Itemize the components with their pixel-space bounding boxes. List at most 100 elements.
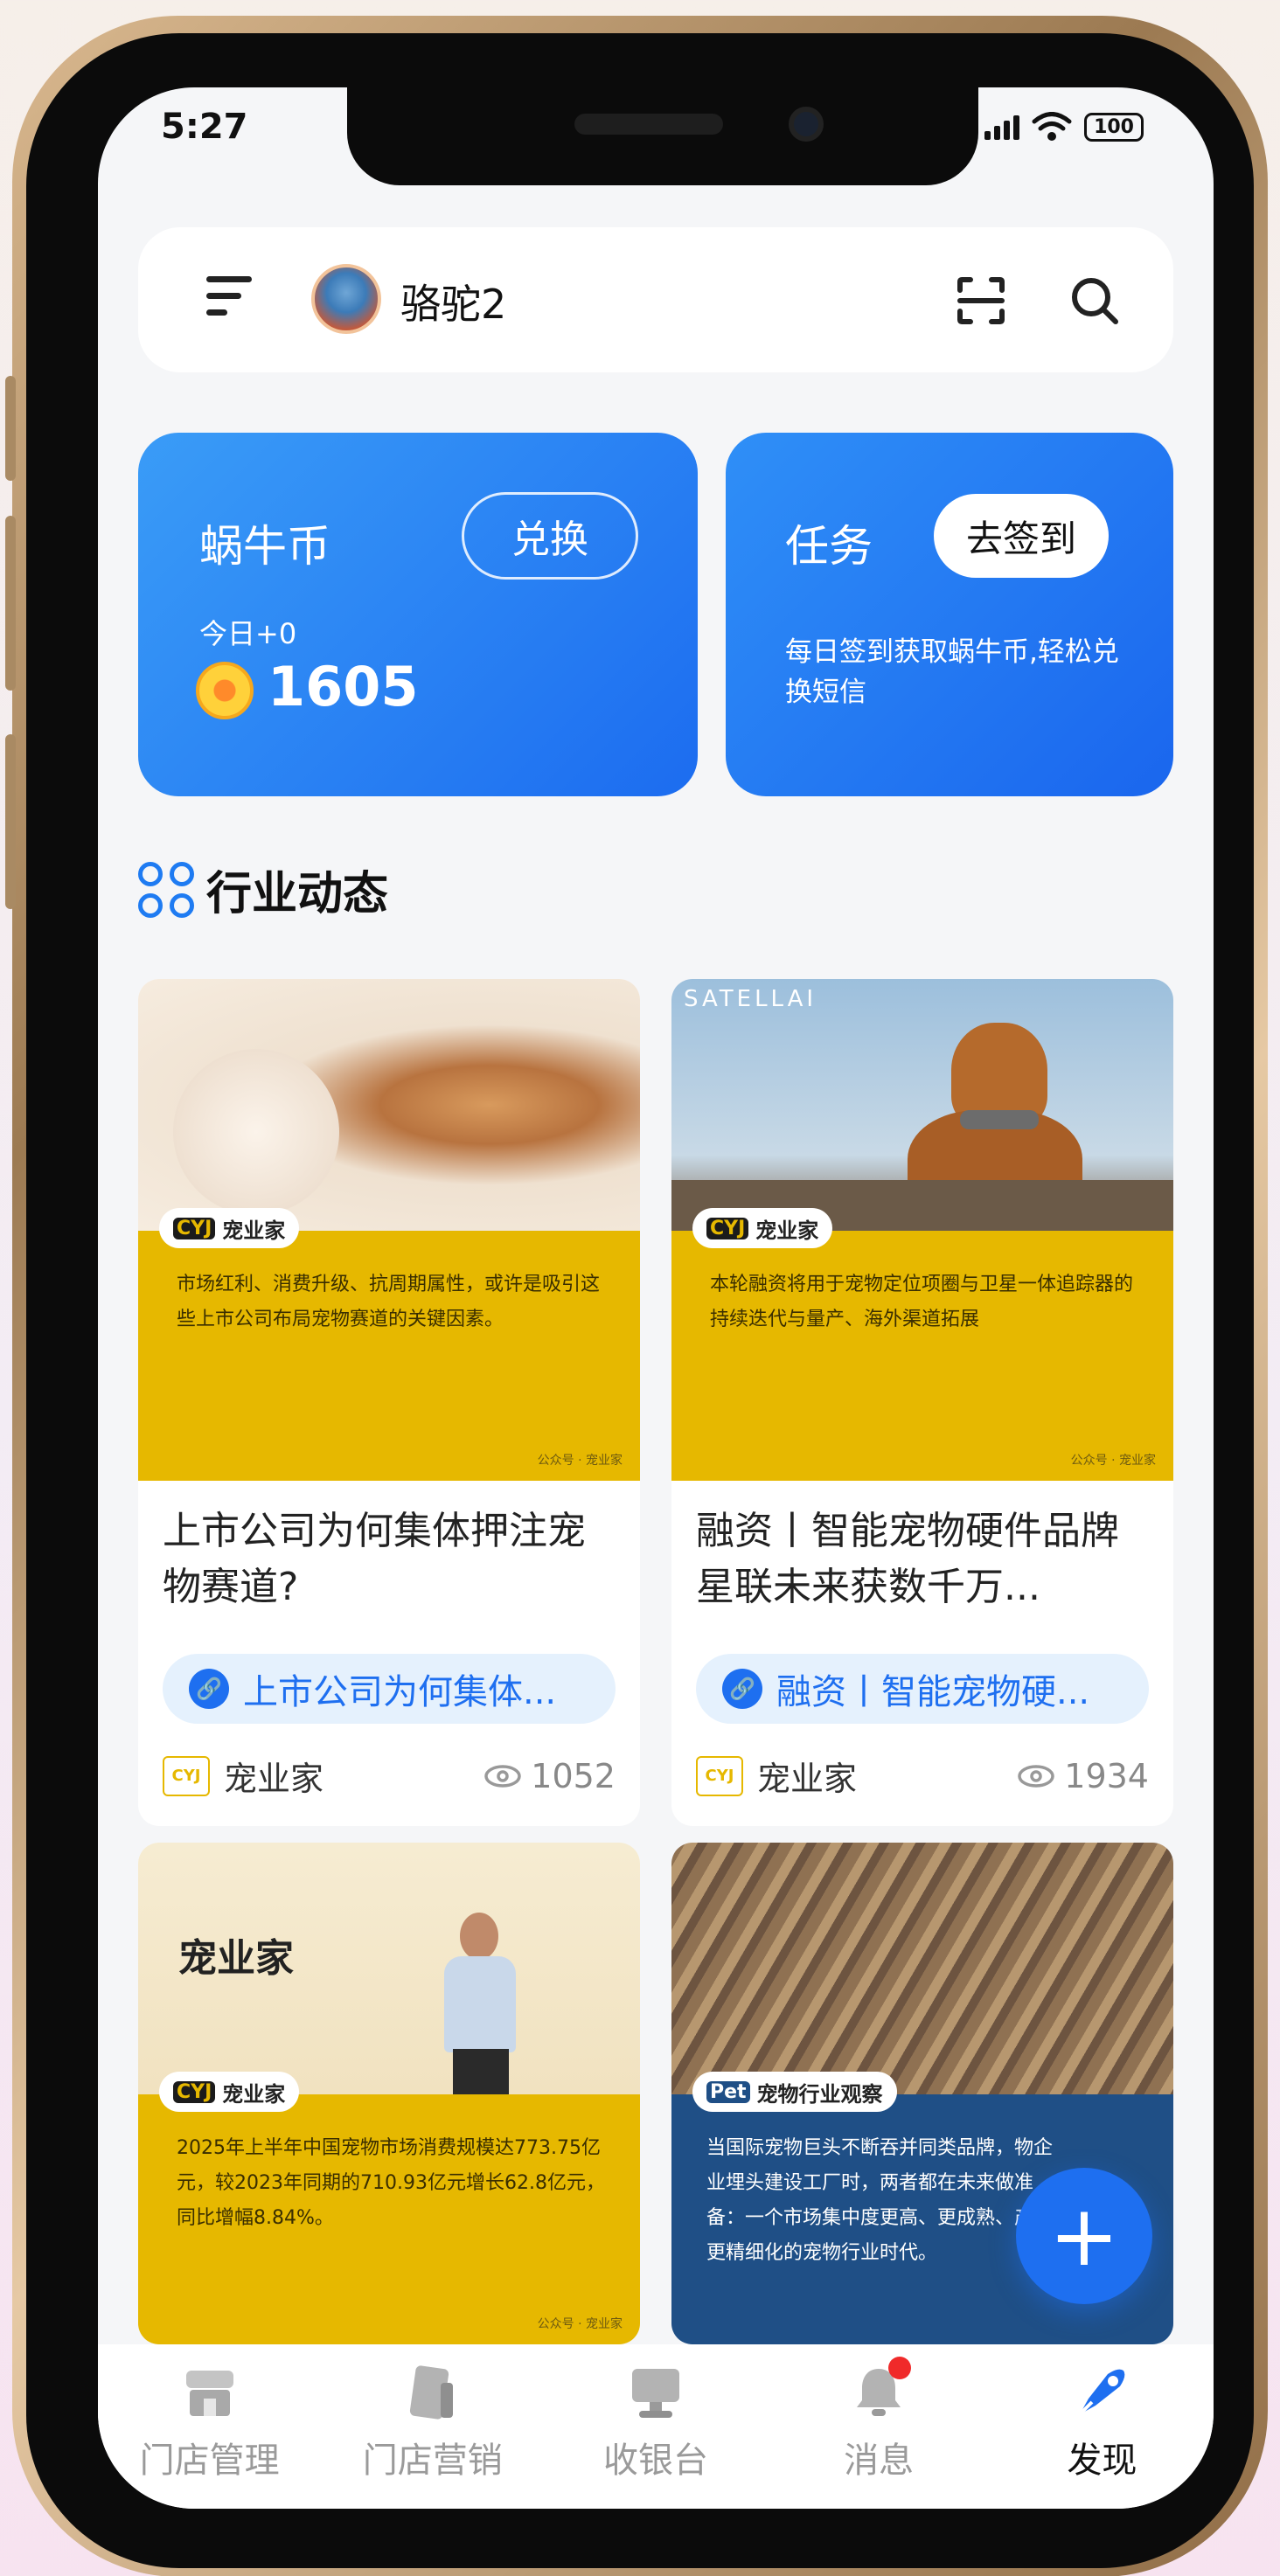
nav-item-cashier[interactable]: 收银台: [555, 2364, 756, 2509]
bell-icon-wrap: [850, 2357, 912, 2421]
battery-icon: 100: [1084, 112, 1144, 142]
status-time: 5:27: [161, 107, 248, 147]
tabby-cat-photo: [671, 1843, 1173, 2094]
view-count-value: 1934: [1064, 1756, 1149, 1795]
username[interactable]: 骆驼2: [400, 273, 506, 330]
article-title[interactable]: 上市公司为何集体押注宠物赛道?: [138, 1481, 640, 1638]
coin-title: 蜗牛币: [199, 521, 330, 572]
brand-tag: CYJ 宠业家: [159, 1208, 300, 1248]
view-count-value: 1052: [531, 1756, 616, 1795]
speaker: [574, 114, 723, 135]
nav-item-store-management[interactable]: 门店管理: [109, 2364, 310, 2509]
add-button[interactable]: +: [1016, 2168, 1152, 2304]
checkin-button[interactable]: 去签到: [934, 494, 1109, 578]
brand-logo: CYJ: [173, 2080, 216, 2103]
top-bar: 骆驼2: [138, 227, 1173, 372]
photo-label: 宠业家: [178, 1936, 294, 1981]
article-card[interactable]: 宠业家 CYJ 宠业家 2025年上半年中国宠物市场消费规模达773.75亿元，较…: [138, 1843, 640, 2344]
section-title: 行业动态: [206, 868, 389, 920]
nav-item-messages[interactable]: 消息: [778, 2357, 979, 2509]
brand-logo: Pet: [706, 2080, 750, 2103]
task-title: 任务: [785, 521, 873, 572]
brand-tag-text: 宠业家: [222, 2081, 286, 2107]
task-card[interactable]: 任务 去签到 每日签到获取蜗牛币,轻松兑换短信: [726, 433, 1173, 796]
article-card[interactable]: CYJ 宠业家 市场红利、消费升级、抗周期属性，或许是吸引这些上市公司布局宠物赛道…: [138, 979, 640, 1826]
side-button: [5, 376, 16, 481]
nav-label: 门店管理: [139, 2441, 280, 2481]
signal-icon: [984, 114, 1020, 140]
thumbnail-footer: 公众号 · 宠业家: [537, 1454, 623, 1468]
article-link[interactable]: 🔗 融资丨智能宠物硬...: [696, 1654, 1149, 1724]
brand-tag: CYJ 宠业家: [159, 2072, 300, 2112]
avatar[interactable]: [311, 264, 381, 334]
menu-icon[interactable]: [206, 276, 255, 325]
article-footer: CYJ 宠业家 1934: [671, 1724, 1173, 1826]
status-icons: 100: [984, 112, 1144, 142]
search-icon[interactable]: [1067, 273, 1123, 329]
coin-icon: [196, 662, 254, 719]
coin-balance: 1605: [268, 655, 419, 719]
view-count: 1052: [483, 1757, 616, 1795]
thumbnail-caption: 2025年上半年中国宠物市场消费规模达773.75亿元，较2023年同期的710…: [177, 2137, 605, 2229]
scan-icon[interactable]: [957, 276, 1005, 325]
brand-logo: CYJ: [706, 1217, 749, 1239]
source-name: 宠业家: [757, 1760, 858, 1798]
brand-tag: CYJ 宠业家: [692, 1208, 833, 1248]
photo-label: SATELLAI: [684, 986, 817, 1012]
exchange-button[interactable]: 兑换: [462, 492, 638, 580]
brand-tag-text: 宠物行业观察: [756, 2081, 883, 2107]
thumbnail-caption: 本轮融资将用于宠物定位项圈与卫星一体追踪器的持续迭代与量产、海外渠道拓展: [710, 1274, 1134, 1330]
brand-logo: CYJ: [173, 1217, 216, 1239]
nav-label: 门店营销: [362, 2441, 503, 2481]
source-logo: CYJ: [163, 1755, 210, 1796]
volume-button: [5, 734, 16, 909]
marketing-icon: [409, 2365, 453, 2420]
dog-photo: SATELLAI: [671, 979, 1173, 1232]
brand-tag-text: 宠业家: [755, 1218, 819, 1243]
cat-photo: [138, 979, 640, 1231]
article-thumbnail[interactable]: CYJ 宠业家 市场红利、消费升级、抗周期属性，或许是吸引这些上市公司布局宠物赛道…: [138, 979, 640, 1481]
thumbnail-caption: 市场红利、消费升级、抗周期属性，或许是吸引这些上市公司布局宠物赛道的关键因素。: [177, 1274, 601, 1330]
eye-icon: [1018, 1764, 1055, 1788]
article-card[interactable]: SATELLAI CYJ 宠业家 本轮融资将用于宠物定位项圈与卫星一体追踪器的持续…: [671, 979, 1173, 1826]
article-link[interactable]: 🔗 上市公司为何集体...: [163, 1654, 616, 1724]
coin-card[interactable]: 蜗牛币 兑换 今日+0 1605: [138, 433, 698, 796]
discover-icon: [1078, 2369, 1125, 2416]
article-thumbnail[interactable]: SATELLAI CYJ 宠业家 本轮融资将用于宠物定位项圈与卫星一体追踪器的持续…: [671, 979, 1173, 1481]
nav-item-discover[interactable]: 发现: [1001, 2364, 1202, 2509]
app-screen: 5:27 100 骆驼2 蜗牛币 兑换 今日+0 1605 任务 去签到 每日签…: [98, 87, 1214, 2509]
nav-label: 消息: [844, 2441, 915, 2481]
source-name: 宠业家: [224, 1760, 324, 1798]
nav-item-store-marketing[interactable]: 门店营销: [332, 2364, 533, 2509]
article-thumbnail[interactable]: 宠业家 CYJ 宠业家 2025年上半年中国宠物市场消费规模达773.75亿元，较…: [138, 1843, 640, 2344]
plus-icon: +: [1048, 2187, 1120, 2285]
eye-icon: [484, 1764, 522, 1788]
thumbnail-caption: 当国际宠物巨头不断吞并同类品牌，物企业埋头建设工厂时，两者都在未来做准备：一个市…: [706, 2137, 1054, 2264]
nav-label: 发现: [1067, 2441, 1137, 2481]
today-coins: 今日+0: [199, 617, 297, 650]
task-description: 每日签到获取蜗牛币,轻松兑换短信: [785, 636, 1119, 708]
brand-tag-text: 宠业家: [222, 1218, 286, 1243]
article-link-text: 上市公司为何集体...: [243, 1672, 557, 1712]
camera: [789, 107, 824, 142]
notch: [347, 87, 978, 185]
source-logo: CYJ: [696, 1755, 743, 1796]
link-icon: 🔗: [189, 1669, 229, 1709]
section-header: 行业动态: [138, 857, 388, 922]
nav-label: 收银台: [602, 2441, 708, 2481]
link-icon: 🔗: [722, 1669, 762, 1709]
cashier-icon: [631, 2369, 679, 2418]
thumbnail-footer: 公众号 · 宠业家: [537, 2317, 623, 2331]
wifi-icon: [1032, 112, 1072, 141]
article-title[interactable]: 融资丨智能宠物硬件品牌星联未来获数千万...: [671, 1481, 1173, 1638]
notification-badge: [888, 2357, 912, 2379]
bottom-nav: 门店管理 门店营销 收银台 消息 发现: [98, 2344, 1214, 2509]
grid-icon: [138, 861, 194, 918]
store-icon: [185, 2371, 233, 2416]
speaker-photo: 宠业家: [138, 1843, 640, 2094]
view-count: 1934: [1017, 1757, 1149, 1795]
thumbnail-footer: 公众号 · 宠业家: [1070, 1454, 1156, 1468]
brand-tag: Pet 宠物行业观察: [692, 2072, 897, 2112]
volume-button: [5, 516, 16, 691]
article-link-text: 融资丨智能宠物硬...: [776, 1672, 1090, 1712]
